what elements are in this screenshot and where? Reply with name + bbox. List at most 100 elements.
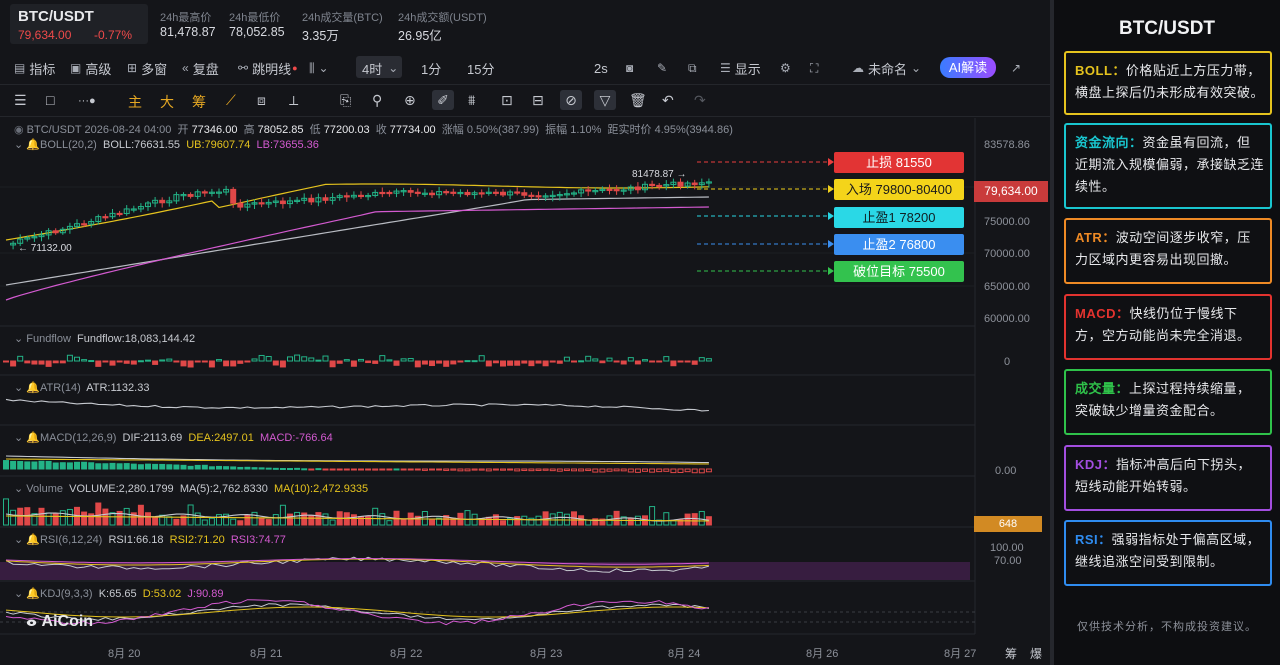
candle-body	[556, 194, 563, 197]
fundflow-bar	[66, 354, 73, 362]
multi-window-button[interactable]: ⊞ 多窗	[127, 58, 167, 78]
macd-bar	[457, 468, 464, 472]
ruler-icon[interactable]: ⟂	[289, 92, 298, 109]
fundflow-bar	[578, 360, 585, 363]
volume-bar	[216, 514, 222, 526]
macd-bar	[578, 468, 585, 472]
fundflow-bar	[59, 360, 66, 364]
stop-loss-tag[interactable]: 止损 81550	[834, 152, 964, 173]
fundflow-bar	[329, 360, 336, 368]
candle-body	[81, 223, 88, 226]
pencil-icon[interactable]: ✎	[657, 58, 671, 78]
candle-body	[457, 191, 464, 195]
fundflow-bar	[521, 360, 528, 364]
candle-body	[571, 192, 577, 195]
redo-icon[interactable]: ↷	[694, 92, 706, 109]
break-target-tag[interactable]: 破位目标 75500	[834, 261, 964, 282]
bell-icon: 🔔	[26, 382, 40, 394]
candle-body	[358, 194, 364, 198]
fundflow-bar	[279, 360, 286, 368]
macd-bar	[187, 465, 194, 470]
volume-bar	[429, 519, 435, 526]
brush-icon[interactable]: ✐	[432, 90, 454, 110]
take-profit-2-tag[interactable]: 止盈2 76800	[834, 234, 964, 255]
candle-body	[223, 188, 230, 193]
macd-bar	[571, 468, 577, 472]
macd-bar	[166, 464, 173, 470]
eye-icon: ◉	[14, 124, 27, 136]
square-icon[interactable]: □	[46, 92, 54, 108]
pair-selector[interactable]: BTC/USDT 79,634.00 -0.77%	[10, 4, 148, 44]
refresh-button[interactable]: 2s	[594, 58, 608, 78]
take-profit-1-tag[interactable]: 止盈1 78200	[834, 207, 964, 228]
macd-bar	[705, 468, 712, 473]
chart-type-button[interactable]: ⫼ ⌄	[309, 58, 333, 78]
trend-icon[interactable]: ↗	[1011, 58, 1025, 78]
chip-tool[interactable]: 筹	[192, 92, 206, 112]
interval-4h[interactable]: 4时 ⌄	[362, 58, 402, 78]
fundflow-bar	[599, 360, 606, 364]
macd-bar	[31, 461, 38, 470]
copy-icon[interactable]: ⎘	[340, 92, 351, 109]
filter-icon[interactable]: ▽	[594, 90, 616, 110]
link-tool-icon[interactable]: ⚲	[372, 92, 382, 109]
jump-button[interactable]: ⚯ 跳明线 ●	[238, 58, 298, 78]
candle-body	[393, 190, 400, 194]
draw-line-icon[interactable]: ⟋	[226, 92, 236, 109]
display-button[interactable]: ☰ 显示	[720, 58, 761, 78]
ai-interpret-button[interactable]: AI解读	[940, 57, 996, 78]
fundflow-bar	[350, 360, 357, 367]
dotted-line-icon[interactable]: ···●	[78, 95, 96, 107]
advanced-button[interactable]: ▣ 高级	[70, 58, 111, 78]
grid-icon: ⊞	[127, 61, 138, 75]
share-icon[interactable]: ⧉	[688, 58, 701, 78]
anchor-icon[interactable]: ⊘	[560, 90, 582, 110]
volume-bar	[137, 504, 144, 526]
volume-bar	[521, 515, 528, 526]
link-icon: ⚯	[238, 61, 249, 75]
chart-area[interactable]: BTC/USDT 79,634.00 -0.77% 24h最高价 81,478.…	[0, 0, 1050, 665]
pair-name: BTC/USDT	[18, 8, 94, 25]
chip-bottom-button[interactable]: 筹	[1005, 645, 1017, 662]
interval-1m-button[interactable]: 1分	[421, 58, 441, 78]
big-tool[interactable]: 大	[160, 92, 174, 112]
trash-icon[interactable]: 🗑	[629, 92, 647, 109]
disclaimer: 仅供技术分析，不构成投资建议。	[1077, 621, 1257, 633]
camera-icon[interactable]: ◙	[626, 58, 637, 78]
edit-icon[interactable]: ⊟	[532, 92, 544, 109]
volume-bar	[308, 514, 315, 526]
liquidation-bottom-button[interactable]: 爆	[1030, 645, 1042, 662]
lock-icon[interactable]: ⊡	[501, 92, 513, 109]
zoom-icon[interactable]: ⊕	[404, 92, 416, 109]
indicator-button[interactable]: ▤ 指标	[14, 58, 55, 78]
fundflow-bar	[244, 360, 251, 363]
candle-body	[443, 191, 450, 194]
menu-icon[interactable]: ☰	[14, 92, 27, 109]
candle-body	[166, 200, 173, 204]
stat-low-value: 78,052.85	[229, 25, 285, 39]
macd-bar	[145, 463, 151, 470]
interval-15m-button[interactable]: 15分	[467, 58, 494, 78]
main-tool[interactable]: 主	[128, 92, 142, 112]
volume-bar	[173, 518, 180, 526]
entry-tag[interactable]: 入场 79800-80400	[834, 179, 964, 200]
macd-bar	[45, 460, 52, 470]
magnet-icon[interactable]: ⩩	[468, 92, 475, 109]
macd-bar	[258, 467, 265, 470]
undo-icon[interactable]: ↶	[662, 92, 674, 109]
bell-icon: 🔔	[26, 534, 40, 546]
fundflow-bar	[88, 360, 95, 363]
layout-button[interactable]: ☁ 未命名 ⌄	[852, 58, 925, 78]
settings-icon[interactable]: ⚙	[780, 58, 795, 78]
chevron-icon: ⌄	[14, 382, 27, 394]
candle-body	[130, 208, 137, 211]
macd-bar	[208, 466, 215, 470]
fullscreen-icon[interactable]: ⛶	[810, 58, 822, 78]
card-key: KDJ：	[1075, 457, 1117, 472]
stat-high-label: 24h最高价	[160, 12, 212, 24]
volume-bar	[201, 519, 208, 526]
crop-icon[interactable]: ⧈	[257, 92, 266, 109]
macd-bar	[244, 466, 251, 470]
candle-body	[436, 191, 443, 196]
replay-button[interactable]: «复盘	[182, 58, 219, 78]
